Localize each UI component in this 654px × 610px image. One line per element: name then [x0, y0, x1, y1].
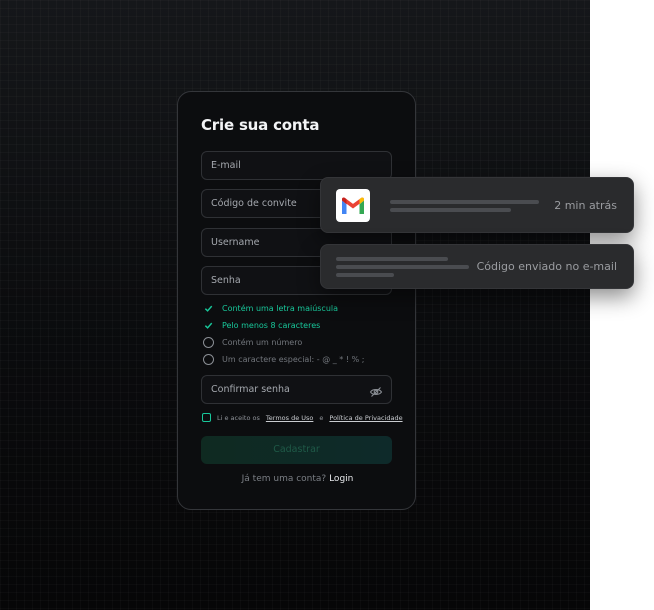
login-row: Já tem uma conta? Login: [178, 474, 417, 484]
login-link[interactable]: Login: [329, 474, 353, 484]
submit-button[interactable]: Cadastrar: [201, 436, 392, 464]
requirement-text: Um caractere especial: - @ _ * ! % ;: [222, 354, 365, 364]
notification-time: 2 min atrás: [554, 199, 617, 212]
login-prompt: Já tem uma conta?: [241, 474, 327, 484]
notification-text: Código enviado no e-mail: [476, 260, 617, 273]
empty-circle-icon: [202, 336, 214, 348]
placeholder-line: [390, 208, 511, 212]
confirm-password-placeholder: Confirmar senha: [211, 384, 290, 395]
requirement-text: Pelo menos 8 caracteres: [222, 320, 321, 330]
terms-checkbox[interactable]: [202, 413, 211, 422]
terms-of-use-link[interactable]: Termos de Uso: [266, 414, 314, 422]
signup-card: Crie sua conta E-mail Código de convite …: [177, 91, 416, 510]
requirement-text: Contém uma letra maiúscula: [222, 303, 339, 313]
terms-prefix: Li e aceito os: [217, 413, 260, 422]
placeholder-line: [336, 257, 448, 261]
check-icon: [202, 319, 214, 331]
requirement-number: Contém um número: [202, 335, 302, 349]
requirement-text: Contém um número: [222, 337, 303, 347]
check-icon: [202, 302, 214, 314]
gmail-notification[interactable]: 2 min atrás: [320, 177, 634, 233]
page-title: Crie sua conta: [201, 116, 320, 134]
requirement-length: Pelo menos 8 caracteres: [202, 318, 320, 332]
placeholder-line: [390, 200, 539, 204]
placeholder-line: [336, 265, 469, 269]
requirement-special-char: Um caractere especial: - @ _ * ! % ;: [202, 352, 364, 366]
gmail-icon: [336, 189, 370, 222]
code-sent-notification[interactable]: Código enviado no e-mail: [320, 244, 634, 289]
dark-background-panel: Crie sua conta E-mail Código de convite …: [0, 0, 590, 610]
terms-row: Li e aceito os Termos de Uso e Política …: [202, 413, 403, 422]
email-field[interactable]: E-mail: [201, 151, 392, 180]
confirm-password-field[interactable]: Confirmar senha: [201, 375, 392, 404]
eye-off-icon[interactable]: [369, 383, 383, 397]
empty-circle-icon: [202, 353, 214, 365]
terms-and: e: [319, 413, 324, 422]
privacy-policy-link[interactable]: Política de Privacidade: [329, 414, 402, 422]
requirement-uppercase: Contém uma letra maiúscula: [202, 301, 338, 315]
placeholder-line: [336, 273, 394, 277]
